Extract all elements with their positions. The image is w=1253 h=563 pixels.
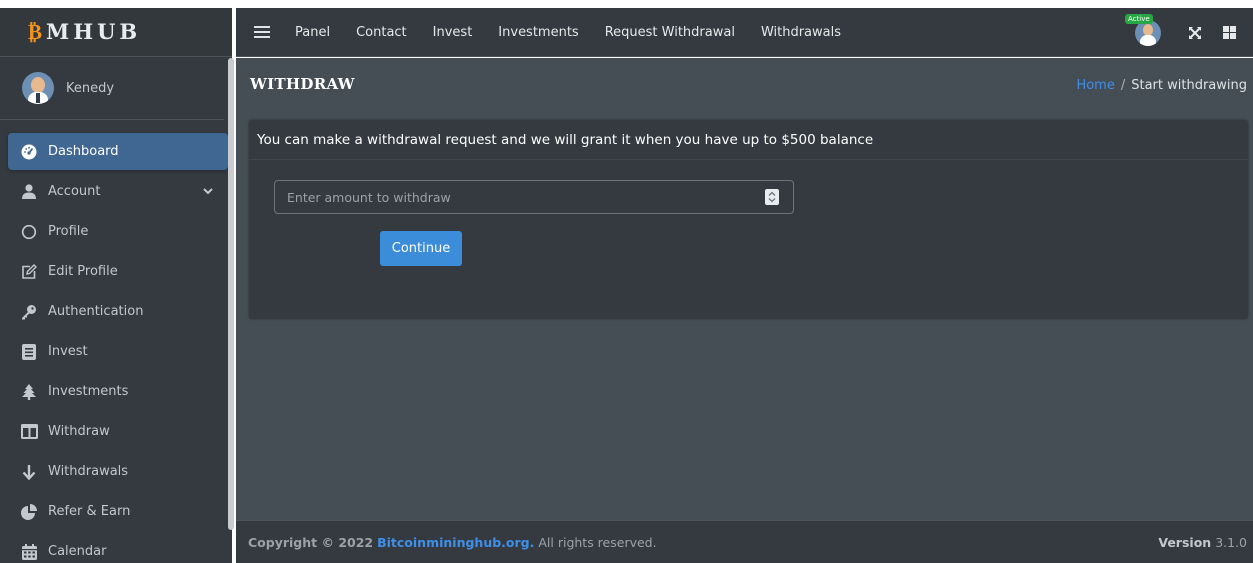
navbar-right (1135, 8, 1253, 57)
breadcrumb-separator: / (1120, 78, 1126, 93)
sidebar-item-invest[interactable]: Invest (8, 333, 228, 370)
bitcoin-logo-icon: ₿ (28, 19, 47, 44)
user-name[interactable]: Kenedy (66, 81, 114, 96)
pie-chart-icon (20, 503, 38, 521)
sidebar-item-label: Withdraw (48, 424, 110, 439)
chevron-down-icon[interactable] (202, 185, 214, 197)
version-label: Version (1158, 534, 1212, 550)
withdraw-notice: You can make a withdrawal request and we… (249, 120, 1248, 160)
circle-icon (20, 223, 38, 241)
page-title: WITHDRAW (250, 75, 355, 93)
footer-copyright: Copyright © 2022 (248, 534, 374, 550)
withdraw-card: You can make a withdrawal request and we… (249, 120, 1248, 319)
sidebar-item-edit-profile[interactable]: Edit Profile (8, 253, 228, 290)
sidebar-item-withdrawals[interactable]: Withdrawals (8, 453, 228, 490)
status-badge: Active (1125, 14, 1153, 24)
dashboard-gauge-icon (20, 143, 38, 161)
fullscreen-icon[interactable] (1185, 23, 1205, 43)
footer-version: Version 3.1.0 (1158, 535, 1247, 550)
sidebar-item-refer-earn[interactable]: Refer & Earn (8, 493, 228, 530)
sidebar-item-calendar[interactable]: Calendar (8, 533, 228, 563)
sidebar-item-label: Dashboard (48, 144, 119, 159)
key-icon (20, 303, 38, 321)
main-content: WITHDRAW Home / Start withdrawing You can … (236, 58, 1253, 520)
sidebar-item-label: Account (48, 184, 101, 199)
breadcrumb: Home / Start withdrawing (1076, 78, 1247, 93)
sidebar-item-label: Profile (48, 224, 89, 239)
footer-rights: All rights reserved. (538, 534, 657, 550)
nav-link-contact[interactable]: Contact (343, 25, 420, 40)
footer: Copyright © 2022 Bitcoinmininghub.org. A… (236, 520, 1253, 563)
top-navbar: Panel Contact Invest Investments Request… (236, 8, 1253, 57)
withdraw-amount-input[interactable] (274, 180, 794, 214)
sidebar-item-label: Authentication (48, 304, 144, 319)
sidebar-item-label: Calendar (48, 544, 107, 559)
user-panel[interactable]: Kenedy (0, 57, 224, 120)
sidebar-item-authentication[interactable]: Authentication (8, 293, 228, 330)
sidebar-item-label: Withdrawals (48, 464, 129, 479)
tree-icon (20, 383, 38, 401)
nav-link-request-withdrawal[interactable]: Request Withdrawal (592, 25, 748, 40)
breadcrumb-home-link[interactable]: Home (1076, 78, 1114, 93)
sidebar-item-label: Edit Profile (48, 264, 118, 279)
brand-logo: ₿MHUB (28, 19, 141, 45)
sidebar-item-label: Refer & Earn (48, 504, 131, 519)
nav-link-panel[interactable]: Panel (282, 25, 343, 40)
sidebar-nav: Dashboard Account Profile Edit Profile A… (0, 120, 232, 563)
sidebar-item-investments[interactable]: Investments (8, 373, 228, 410)
sidebar-item-withdraw[interactable]: Withdraw (8, 413, 228, 450)
brand-logo-link[interactable]: ₿MHUB (0, 8, 232, 57)
grid-icon[interactable] (1219, 23, 1239, 43)
columns-icon (20, 423, 38, 441)
top-nav-links: Panel Contact Invest Investments Request… (282, 25, 854, 40)
sidebar-item-profile[interactable]: Profile (8, 213, 228, 250)
avatar (22, 72, 54, 104)
sidebar-item-dashboard[interactable]: Dashboard (8, 133, 228, 170)
version-number: 3.1.0 (1215, 534, 1247, 550)
number-spinner-icon[interactable] (765, 189, 779, 205)
sidebar-scrollbar[interactable] (228, 58, 234, 530)
sidebar-item-label: Invest (48, 344, 88, 359)
nav-link-withdrawals[interactable]: Withdrawals (748, 25, 854, 40)
user-icon (20, 183, 38, 201)
nav-link-invest[interactable]: Invest (420, 25, 486, 40)
menu-toggle-icon[interactable] (254, 24, 270, 40)
continue-button[interactable]: Continue (380, 231, 462, 266)
edit-icon (20, 263, 38, 281)
sidebar-item-label: Investments (48, 384, 129, 399)
breadcrumb-current: Start withdrawing (1131, 78, 1247, 93)
invest-list-icon (20, 343, 38, 361)
calendar-icon (20, 543, 38, 561)
nav-link-investments[interactable]: Investments (485, 25, 591, 40)
sidebar: ₿MHUB Kenedy Dashboard Account Profile E… (0, 8, 232, 563)
footer-site-link[interactable]: Bitcoinmininghub.org. (377, 535, 534, 550)
sidebar-item-account[interactable]: Account (8, 173, 228, 210)
arrow-down-icon (20, 463, 38, 481)
brand-text: MHUB (46, 19, 142, 44)
